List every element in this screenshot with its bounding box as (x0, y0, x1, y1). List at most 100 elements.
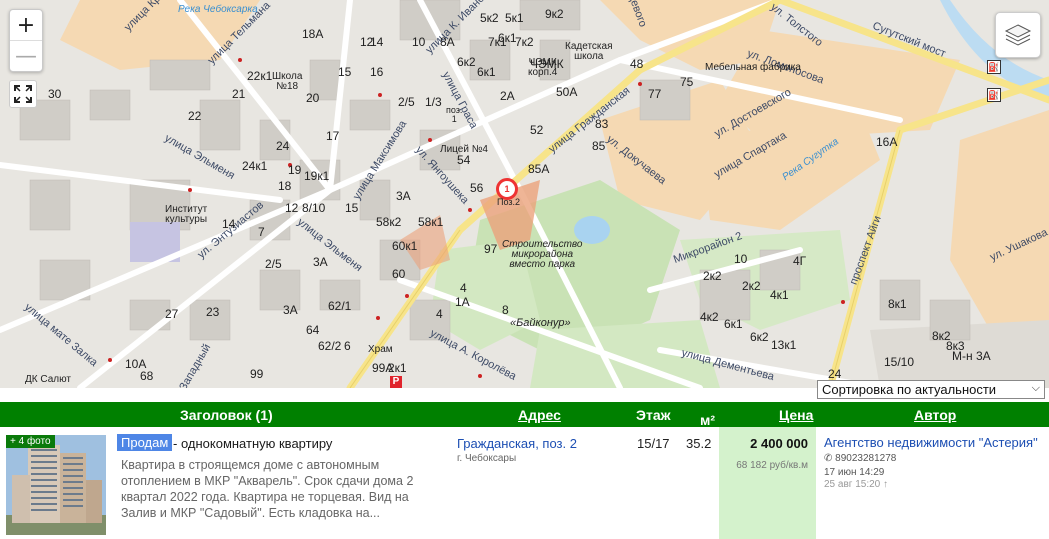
house-number: 3А (396, 189, 411, 203)
house-number: 23 (206, 305, 220, 319)
house-number: 15 (345, 201, 359, 215)
house-number: 30 (48, 87, 62, 101)
place-label: Институт культуры (165, 204, 208, 225)
place-label: ДК Салют (25, 374, 71, 385)
house-number: 4 (436, 307, 443, 321)
listing-title[interactable]: - однокомнатную квартиру (173, 436, 332, 451)
chevron-down-icon: ⌵ (1031, 382, 1040, 394)
house-number: 22 (188, 109, 202, 123)
house-number: 18А (302, 27, 324, 41)
parking-icon: P (390, 376, 402, 388)
house-number: 64 (306, 323, 320, 337)
house-number: 54 (457, 153, 471, 167)
house-number: 62/2 (318, 339, 342, 353)
fullscreen-button[interactable] (9, 80, 37, 108)
header-address[interactable]: Адрес (518, 407, 561, 423)
agent-link[interactable]: Агентство недвижимости "Астерия" (824, 435, 1038, 450)
house-number: 8/10 (302, 201, 326, 215)
river-label: Река Чебоксарка (178, 4, 258, 15)
house-number: 13к1 (771, 338, 797, 352)
house-number: 24 (276, 139, 290, 153)
house-number: 52 (530, 123, 544, 137)
place-label: Строительство микрорайона вместо парка (502, 239, 583, 270)
table-row[interactable]: + 4 фото Продам - однокомнатную квартиру… (0, 427, 1049, 539)
place-label: Школа №18 (272, 71, 303, 92)
house-number: 20 (306, 91, 320, 105)
house-number: 2к1 (388, 361, 407, 375)
house-number: 2А (500, 89, 515, 103)
agent-phone: ✆ 89023281278 (824, 453, 896, 464)
map-view[interactable]: улица Кр улица Тельмана улица К. Иванова… (0, 0, 1049, 388)
house-number: ЧЭМК (530, 57, 564, 71)
place-label: Храм (368, 344, 393, 355)
date-posted: 17 июн 14:29 (824, 467, 885, 478)
house-number: 14 (370, 35, 384, 49)
house-number: 19к1 (304, 169, 330, 183)
house-number: 83 (595, 117, 609, 131)
listing-city: г. Чебоксары (457, 453, 517, 464)
pin-label: Поз.2 (497, 197, 521, 207)
house-number: 6к2 (750, 330, 769, 344)
fullscreen-icon (14, 85, 32, 103)
house-number: 60к1 (392, 239, 418, 253)
house-number: 10 (734, 252, 748, 266)
house-number: 4 (460, 281, 467, 295)
sort-select[interactable]: Сортировка по актуальности ⌵ (817, 380, 1045, 399)
results-table-header: Заголовок (1) Адрес Этаж м² Цена Автор (0, 402, 1049, 428)
price-per-meter: 68 182 руб/кв.м (736, 460, 808, 471)
header-title[interactable]: Заголовок (1) (180, 407, 273, 423)
listing-floor: 15/17 (637, 436, 670, 451)
house-number: 8 (502, 303, 509, 317)
house-number: 3А (313, 255, 328, 269)
house-number: 6к1 (477, 65, 496, 79)
place-label: Мебельная фабрика (705, 62, 801, 73)
house-number: 85 (592, 139, 606, 153)
house-number: 3А (283, 303, 298, 317)
photo-count-badge[interactable]: + 4 фото (6, 435, 55, 448)
house-number: 85А (528, 162, 550, 176)
house-number: 24к1 (242, 159, 268, 173)
house-number: 68 (140, 369, 154, 383)
deal-type-badge[interactable]: Продам (117, 434, 173, 451)
listing-area: 35.2 (686, 436, 712, 451)
house-number: 7 (258, 225, 265, 239)
listing-price: 2 400 000 (750, 436, 808, 451)
house-number: 2к2 (742, 279, 761, 293)
house-number: 1А (455, 295, 470, 309)
house-number: 16А (876, 135, 898, 149)
listing-photo[interactable]: + 4 фото (6, 435, 106, 535)
header-floor[interactable]: Этаж (636, 407, 671, 423)
house-number: 75 (680, 75, 694, 89)
house-number: 18 (278, 179, 292, 193)
place-label: «Байконур» (510, 317, 571, 329)
date-updated: 25 авг 15:20 ↑ (824, 479, 889, 490)
house-number: 56 (470, 181, 484, 195)
house-number: 97 (484, 242, 498, 256)
house-number: 5к1 (505, 11, 524, 25)
house-number: 19 (288, 163, 302, 177)
zoom-out-button[interactable]: — (10, 40, 42, 71)
house-number: 9к2 (545, 7, 564, 21)
listing-description: Квартира в строящемся доме с автономным … (121, 458, 414, 520)
zoom-in-button[interactable]: + (10, 10, 42, 40)
house-number: 5к2 (480, 11, 499, 25)
header-author[interactable]: Автор (914, 407, 956, 423)
layers-button[interactable] (995, 12, 1041, 58)
zoom-control: + — (9, 9, 43, 72)
house-number: 16 (370, 65, 384, 79)
house-number: 22к1 (247, 69, 273, 83)
house-number: 21 (232, 87, 246, 101)
house-number: 7к1 (488, 35, 507, 49)
header-area-label: м² (700, 412, 716, 428)
house-number: 48 (630, 57, 644, 71)
house-number: 24 (828, 367, 842, 381)
house-number: 6к1 (724, 317, 743, 331)
listing-address-link[interactable]: Гражданская, поз. 2 (457, 436, 577, 451)
price-cell: 2 400 000 68 182 руб/кв.м (719, 427, 816, 539)
house-number: 2/5 (398, 95, 415, 109)
gas-station-icon: ⛽ (987, 60, 1001, 74)
house-number: 8А (440, 35, 455, 49)
header-price[interactable]: Цена (779, 407, 813, 423)
gas-station-icon: ⛽ (987, 88, 1001, 102)
house-number: 4к2 (700, 310, 719, 324)
